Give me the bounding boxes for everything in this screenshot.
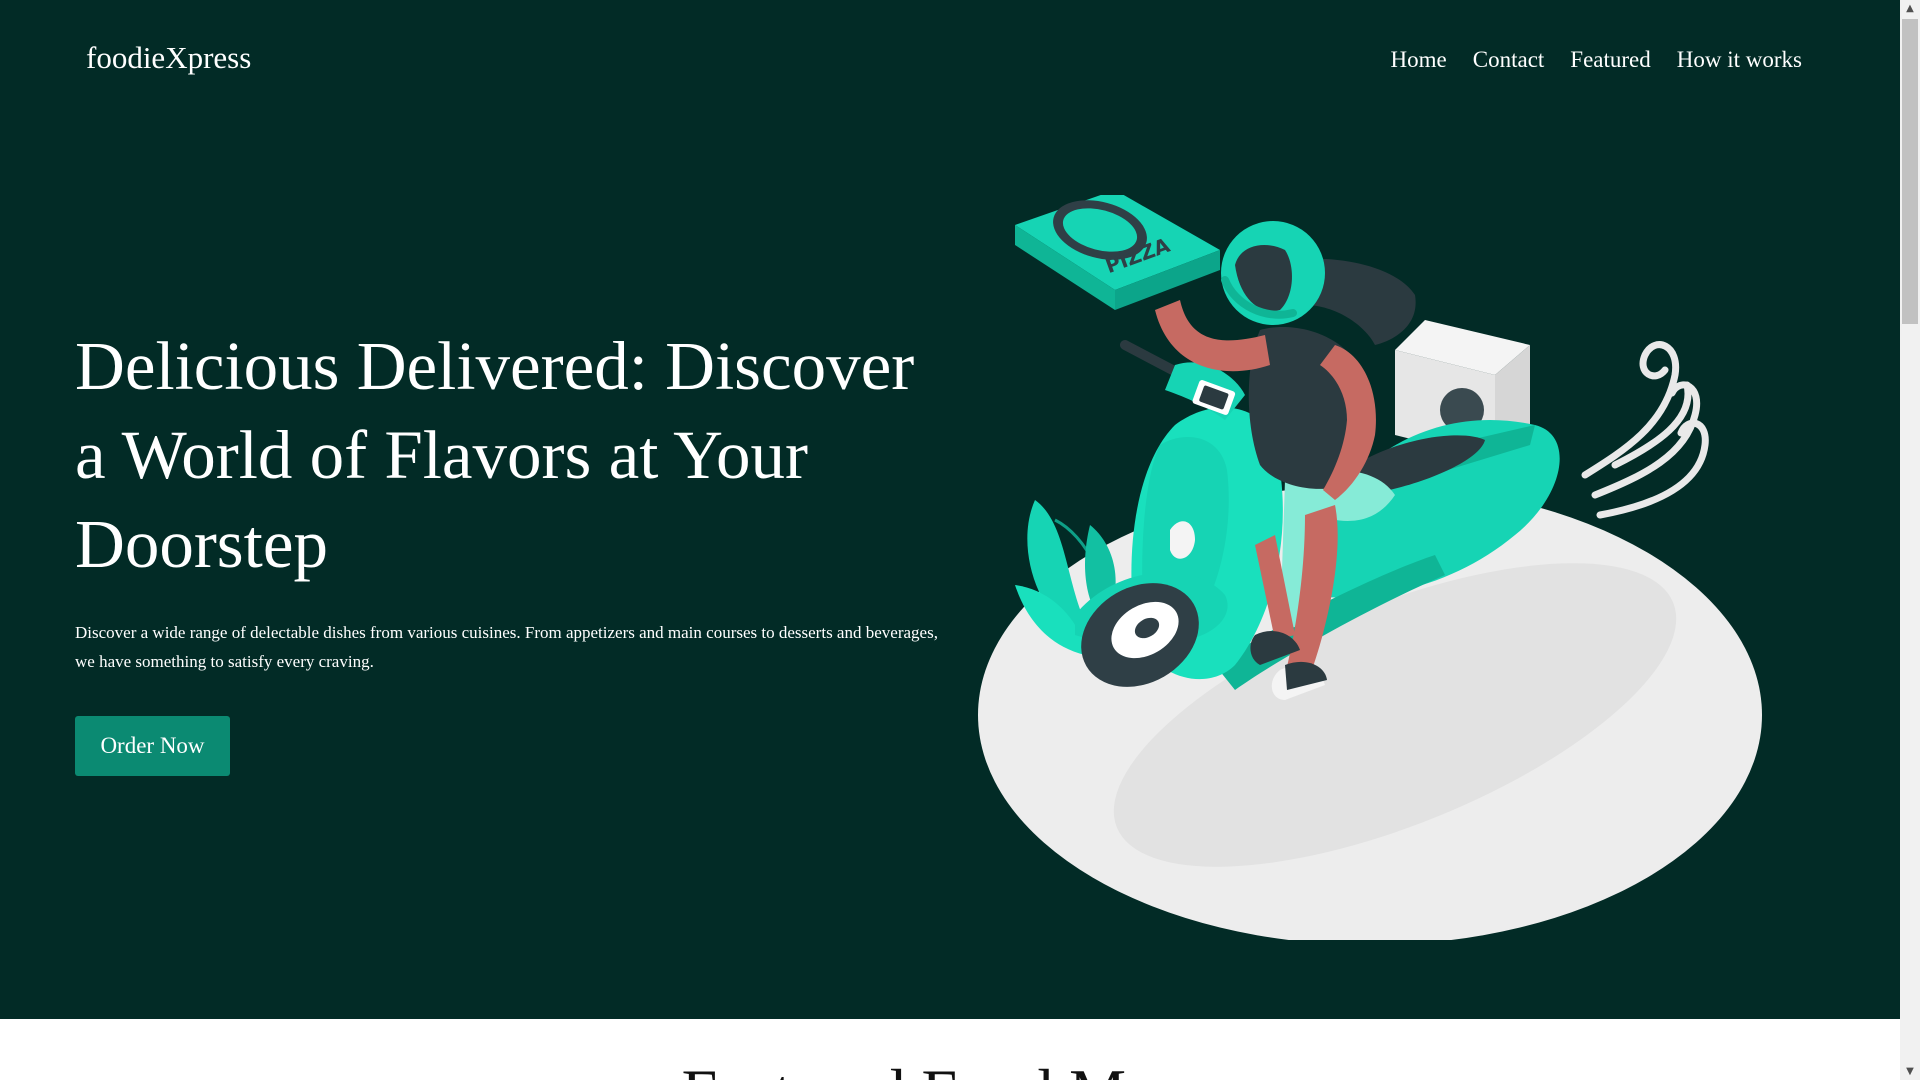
scroll-thumb[interactable] xyxy=(1902,19,1918,324)
nav-featured[interactable]: Featured xyxy=(1570,42,1650,78)
page-scrollbar[interactable]: ▲ ▼ xyxy=(1900,0,1920,1080)
nav-home[interactable]: Home xyxy=(1391,42,1447,78)
featured-section-title: Featured Food Menu xyxy=(0,1052,1900,1080)
brand-logo[interactable]: foodieXpress xyxy=(86,38,251,78)
pizza-box-icon: PIZZA xyxy=(1015,195,1220,310)
nav-contact[interactable]: Contact xyxy=(1473,42,1545,78)
wind-icon xyxy=(1581,341,1709,519)
scroll-up-icon[interactable]: ▲ xyxy=(1900,0,1920,17)
hero-subtext: Discover a wide range of delectable dish… xyxy=(75,623,938,671)
nav-how-it-works[interactable]: How it works xyxy=(1677,42,1802,78)
main-nav: Home Contact Featured How it works xyxy=(1391,42,1802,78)
page-viewport: foodieXpress Home Contact Featured How i… xyxy=(0,0,1900,1080)
scooter-delivery-illustration: PIZZA xyxy=(978,195,1762,940)
scroll-down-icon[interactable]: ▼ xyxy=(1900,1063,1920,1080)
hero-headline: Delicious Delivered: Discover a World of… xyxy=(75,328,915,582)
order-now-button[interactable]: Order Now xyxy=(75,716,230,776)
hero-section: foodieXpress Home Contact Featured How i… xyxy=(0,0,1900,1019)
